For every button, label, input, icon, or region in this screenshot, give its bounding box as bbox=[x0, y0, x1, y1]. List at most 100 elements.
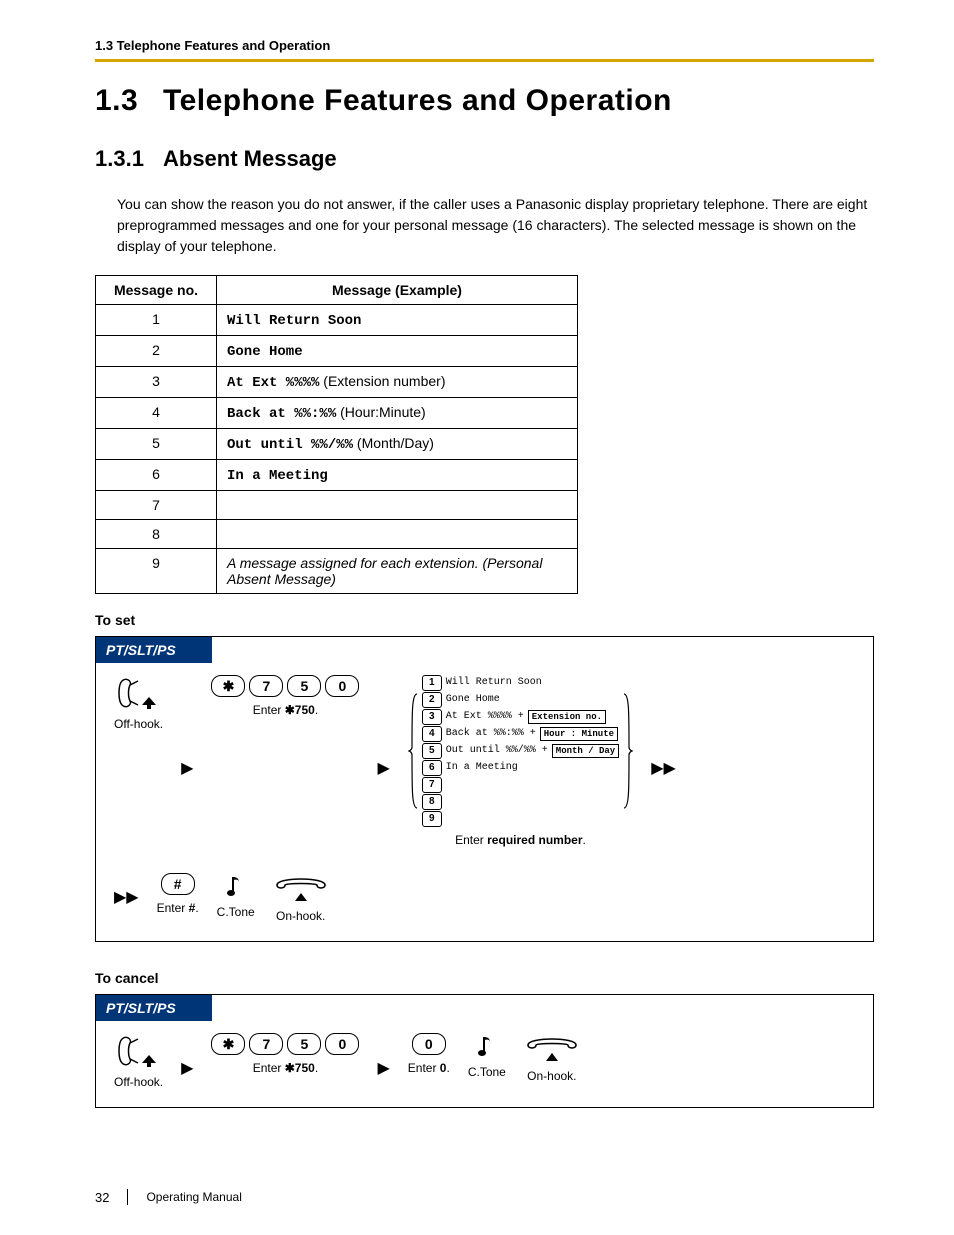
step-offhook: Off-hook. bbox=[114, 1033, 163, 1089]
onhook-icon bbox=[524, 1033, 580, 1063]
key-0: 0 bbox=[412, 1033, 446, 1055]
section-title: Telephone Features and Operation bbox=[163, 84, 672, 117]
msg-no: 7 bbox=[96, 491, 217, 520]
table-row: 2 Gone Home bbox=[96, 336, 578, 367]
table-row: 9 A message assigned for each extension.… bbox=[96, 549, 578, 594]
note-icon bbox=[225, 873, 247, 899]
onhook-caption: On-hook. bbox=[276, 909, 325, 923]
msg-no: 1 bbox=[96, 305, 217, 336]
key-hash: # bbox=[161, 873, 195, 895]
msg-note: (Month/Day) bbox=[353, 435, 434, 451]
offhook-icon bbox=[116, 1033, 162, 1069]
key-star: ✱ bbox=[211, 675, 245, 697]
ctone-caption: C.Tone bbox=[468, 1065, 506, 1079]
step-ctone: C.Tone bbox=[217, 873, 255, 919]
arrow-icon: ▶ bbox=[377, 761, 389, 777]
running-header: 1.3 Telephone Features and Operation bbox=[95, 38, 874, 53]
msg-text: Gone Home bbox=[227, 344, 303, 360]
msg-no: 8 bbox=[96, 520, 217, 549]
arrow-double-icon: ▶▶ bbox=[114, 890, 139, 906]
section-number: 1.3 bbox=[95, 84, 163, 118]
step-enter-0: 0 Enter 0. bbox=[408, 1033, 450, 1075]
arrow-icon: ▶ bbox=[377, 1061, 389, 1077]
msg-text: Will Return Soon bbox=[227, 313, 361, 329]
to-cancel-label: To cancel bbox=[95, 970, 874, 986]
subsection-heading: 1.3.1Absent Message bbox=[95, 146, 874, 172]
step-enter-hash: # Enter #. bbox=[157, 873, 199, 915]
msg-no: 4 bbox=[96, 398, 217, 429]
intro-paragraph: You can show the reason you do not answe… bbox=[117, 194, 874, 257]
key-5: 5 bbox=[287, 1033, 321, 1055]
to-set-label: To set bbox=[95, 612, 874, 628]
step-ctone: C.Tone bbox=[468, 1033, 506, 1079]
onhook-icon bbox=[273, 873, 329, 903]
msg-no: 2 bbox=[96, 336, 217, 367]
msg-no: 9 bbox=[96, 549, 217, 594]
subsection-number: 1.3.1 bbox=[95, 146, 163, 172]
step-select-option: 1Will Return Soon 2Gone Home 3At Ext %%%… bbox=[408, 675, 633, 847]
msg-note: (Hour:Minute) bbox=[336, 404, 425, 420]
table-header-row: Message no. Message (Example) bbox=[96, 276, 578, 305]
step-onhook: On-hook. bbox=[273, 873, 329, 923]
table-row: 1 Will Return Soon bbox=[96, 305, 578, 336]
msg-text bbox=[217, 491, 578, 520]
msg-text: A message assigned for each extension. (… bbox=[227, 555, 542, 587]
table-row: 8 bbox=[96, 520, 578, 549]
arrow-icon: ▶ bbox=[181, 1061, 193, 1077]
msg-text bbox=[217, 520, 578, 549]
onhook-caption: On-hook. bbox=[527, 1069, 576, 1083]
flow-tab: PT/SLT/PS bbox=[96, 995, 212, 1021]
key-star: ✱ bbox=[211, 1033, 245, 1055]
message-table: Message no. Message (Example) 1 Will Ret… bbox=[95, 275, 578, 594]
header-rule bbox=[95, 59, 874, 62]
msg-text: In a Meeting bbox=[227, 468, 328, 484]
step-enter-750: ✱ 7 5 0 Enter ✱750. bbox=[211, 1033, 359, 1075]
key-0: 0 bbox=[325, 675, 359, 697]
offhook-caption: Off-hook. bbox=[114, 717, 163, 731]
offhook-caption: Off-hook. bbox=[114, 1075, 163, 1089]
enter-hash-caption: Enter #. bbox=[157, 901, 199, 915]
msg-text: At Ext %%%% bbox=[227, 375, 319, 391]
col-message-no: Message no. bbox=[96, 276, 217, 305]
msg-text: Back at %%:%% bbox=[227, 406, 336, 422]
enter-required-caption: Enter required number. bbox=[455, 833, 586, 847]
msg-no: 5 bbox=[96, 429, 217, 460]
page-number: 32 bbox=[95, 1190, 109, 1205]
key-5: 5 bbox=[287, 675, 321, 697]
msg-note: (Extension number) bbox=[319, 373, 445, 389]
section-heading: 1.3Telephone Features and Operation bbox=[95, 84, 874, 118]
table-row: 6 In a Meeting bbox=[96, 460, 578, 491]
step-onhook: On-hook. bbox=[524, 1033, 580, 1083]
table-row: 4 Back at %%:%% (Hour:Minute) bbox=[96, 398, 578, 429]
flow-tab: PT/SLT/PS bbox=[96, 637, 212, 663]
note-icon bbox=[476, 1033, 498, 1059]
subsection-title: Absent Message bbox=[163, 146, 337, 171]
msg-text: Out until %%/%% bbox=[227, 437, 353, 453]
enter-750-caption: Enter ✱750. bbox=[253, 1061, 318, 1075]
key-7: 7 bbox=[249, 675, 283, 697]
key-0: 0 bbox=[325, 1033, 359, 1055]
to-set-flow: PT/SLT/PS Off-hook. ▶ bbox=[95, 636, 874, 942]
ctone-caption: C.Tone bbox=[217, 905, 255, 919]
table-row: 5 Out until %%/%% (Month/Day) bbox=[96, 429, 578, 460]
step-offhook: Off-hook. bbox=[114, 675, 163, 731]
table-row: 3 At Ext %%%% (Extension number) bbox=[96, 367, 578, 398]
footer-divider bbox=[127, 1189, 128, 1205]
col-message-example: Message (Example) bbox=[217, 276, 578, 305]
options-list: 1Will Return Soon 2Gone Home 3At Ext %%%… bbox=[422, 675, 619, 827]
enter-0-caption: Enter 0. bbox=[408, 1061, 450, 1075]
brace-left-icon bbox=[408, 692, 418, 810]
enter-750-caption: Enter ✱750. bbox=[253, 703, 318, 717]
msg-no: 6 bbox=[96, 460, 217, 491]
page-footer: 32 Operating Manual bbox=[95, 1189, 242, 1205]
doc-title: Operating Manual bbox=[146, 1190, 241, 1204]
key-7: 7 bbox=[249, 1033, 283, 1055]
arrow-double-icon: ▶▶ bbox=[651, 761, 676, 777]
arrow-icon: ▶ bbox=[181, 761, 193, 777]
offhook-icon bbox=[116, 675, 162, 711]
brace-right-icon bbox=[623, 692, 633, 810]
msg-no: 3 bbox=[96, 367, 217, 398]
table-row: 7 bbox=[96, 491, 578, 520]
step-enter-750: ✱ 7 5 0 Enter ✱750. bbox=[211, 675, 359, 717]
to-cancel-flow: PT/SLT/PS Off-hook. ▶ ✱ bbox=[95, 994, 874, 1108]
